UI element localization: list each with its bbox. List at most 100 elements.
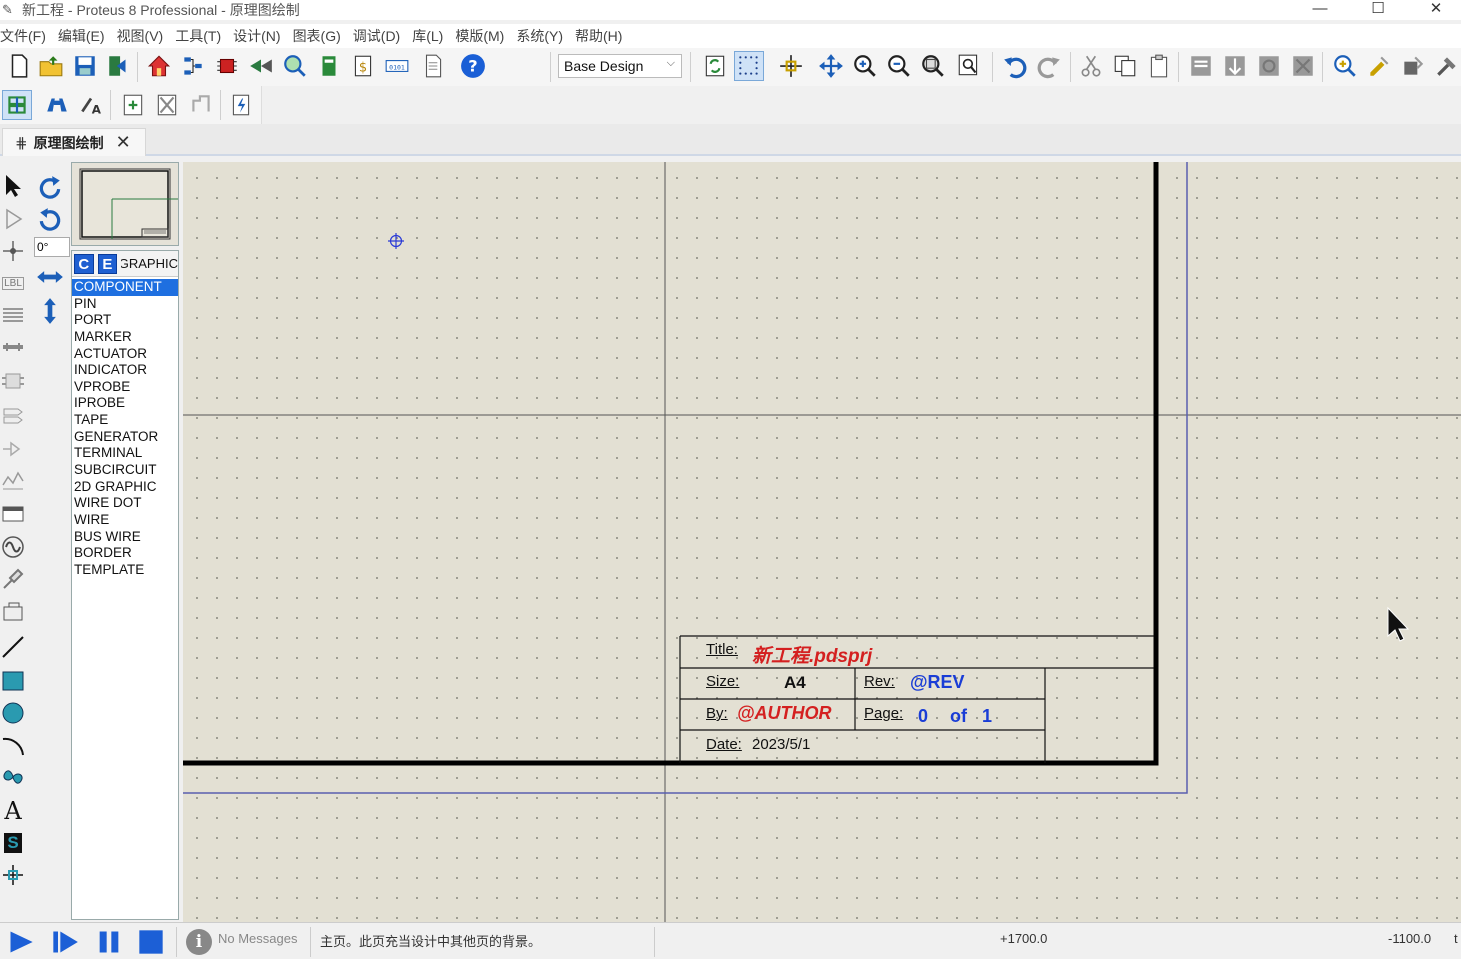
rotate-clockwise-icon[interactable]: [34, 172, 66, 202]
message-count[interactable]: No Messages: [218, 931, 297, 946]
tab-schematic-capture[interactable]: ⋕ 原理图绘制 ✕: [2, 128, 146, 156]
new-file-icon[interactable]: [4, 51, 34, 81]
minimize-button[interactable]: —: [1297, 0, 1343, 20]
terminals-mode-icon[interactable]: [0, 400, 26, 430]
stop-icon[interactable]: [136, 927, 166, 957]
bill-of-materials-icon[interactable]: $: [348, 51, 378, 81]
grid-toggle-icon[interactable]: [734, 51, 764, 81]
symbol-mode-icon[interactable]: S: [0, 828, 26, 858]
junction-dot-mode-icon[interactable]: [0, 236, 26, 266]
menu-help[interactable]: 帮助(H): [575, 26, 628, 46]
step-icon[interactable]: [50, 927, 80, 957]
pan-icon[interactable]: [816, 51, 846, 81]
menu-tools[interactable]: 工具(T): [175, 26, 227, 46]
source-code-icon[interactable]: 0101: [382, 51, 412, 81]
subcircuit-mode-icon[interactable]: [0, 366, 26, 396]
generator-mode-icon[interactable]: [0, 532, 26, 562]
list-item[interactable]: MARKER: [72, 329, 178, 346]
gerber-viewer-icon[interactable]: [280, 51, 310, 81]
zoom-all-icon[interactable]: [918, 51, 948, 81]
block-copy-icon[interactable]: [1186, 51, 1216, 81]
device-pins-mode-icon[interactable]: [0, 434, 26, 464]
list-item[interactable]: WIRE: [72, 512, 178, 529]
component-mode-icon[interactable]: [0, 204, 26, 234]
wire-label-mode-icon[interactable]: LBL: [0, 268, 26, 298]
redo-icon[interactable]: [1034, 51, 1064, 81]
remove-sheet-icon[interactable]: [152, 90, 182, 120]
menu-debug[interactable]: 调试(D): [353, 26, 406, 46]
list-item[interactable]: SUBCIRCUIT: [72, 462, 178, 479]
home-icon[interactable]: [144, 51, 174, 81]
probe-mode-icon[interactable]: [0, 564, 26, 594]
list-item[interactable]: TEMPLATE: [72, 562, 178, 579]
menu-template[interactable]: 模版(M): [455, 26, 510, 46]
list-item[interactable]: ACTUATOR: [72, 346, 178, 363]
overview-window[interactable]: [71, 162, 179, 246]
menu-system[interactable]: 系统(Y): [516, 26, 569, 46]
menu-edit[interactable]: 编辑(E): [58, 26, 111, 46]
origin-icon[interactable]: [776, 51, 806, 81]
pause-icon[interactable]: [94, 927, 124, 957]
notes-icon[interactable]: [418, 51, 448, 81]
list-item[interactable]: 2D GRAPHIC: [72, 479, 178, 496]
info-icon[interactable]: i: [186, 929, 212, 955]
block-move-icon[interactable]: [1220, 51, 1250, 81]
marker-mode-icon[interactable]: [0, 860, 26, 890]
list-item[interactable]: TAPE: [72, 412, 178, 429]
refresh-icon[interactable]: [700, 51, 730, 81]
list-item[interactable]: VPROBE: [72, 379, 178, 396]
zoom-area-icon[interactable]: [954, 51, 984, 81]
list-item[interactable]: PIN: [72, 296, 178, 313]
mirror-y-icon[interactable]: [34, 296, 66, 326]
new-sheet-icon[interactable]: [118, 90, 148, 120]
menu-graph[interactable]: 图表(G): [293, 26, 347, 46]
menu-view[interactable]: 视图(V): [117, 26, 170, 46]
text-script-mode-icon[interactable]: [0, 300, 26, 330]
rotation-angle-input[interactable]: [34, 237, 70, 257]
block-rotate-icon[interactable]: [1254, 51, 1284, 81]
import-icon[interactable]: [104, 51, 134, 81]
list-item[interactable]: IPROBE: [72, 395, 178, 412]
undo-icon[interactable]: [1000, 51, 1030, 81]
3d-viewer-icon[interactable]: [246, 51, 276, 81]
closed-path-mode-icon[interactable]: [0, 762, 26, 792]
graph-mode-icon[interactable]: [0, 466, 26, 496]
schematic-icon[interactable]: [178, 51, 208, 81]
decompose-icon[interactable]: [1432, 51, 1461, 81]
menu-design[interactable]: 设计(N): [233, 26, 286, 46]
list-item[interactable]: GENERATOR: [72, 429, 178, 446]
close-button[interactable]: ✕: [1413, 0, 1459, 20]
title-block[interactable]: Title: 新工程.pdsprj Size: A4 Rev: @REV By:…: [680, 636, 1155, 760]
package-tool-icon[interactable]: [1398, 51, 1428, 81]
instruments-mode-icon[interactable]: [0, 596, 26, 626]
menu-file[interactable]: 文件(F): [0, 26, 52, 46]
circle-mode-icon[interactable]: [0, 698, 26, 728]
line-mode-icon[interactable]: [0, 632, 26, 662]
maximize-button[interactable]: ☐: [1355, 0, 1401, 20]
list-item[interactable]: COMPONENT: [72, 279, 178, 296]
block-delete-icon[interactable]: [1288, 51, 1318, 81]
pick-device-icon[interactable]: [1330, 51, 1360, 81]
schematic-canvas[interactable]: Title: 新工程.pdsprj Size: A4 Rev: @REV By:…: [183, 162, 1461, 922]
variant-select[interactable]: Base Design ⌵: [558, 54, 682, 78]
electrical-rule-check-icon[interactable]: [226, 90, 256, 120]
menu-library[interactable]: 库(L): [412, 26, 449, 46]
list-item[interactable]: PORT: [72, 312, 178, 329]
rotate-anticlockwise-icon[interactable]: [34, 204, 66, 234]
play-icon[interactable]: [6, 927, 36, 957]
arc-mode-icon[interactable]: [0, 730, 26, 760]
exit-to-parent-icon[interactable]: [186, 90, 216, 120]
save-icon[interactable]: [70, 51, 100, 81]
copy-icon[interactable]: [1110, 51, 1140, 81]
text-mode-icon[interactable]: A: [0, 796, 26, 826]
list-item[interactable]: INDICATOR: [72, 362, 178, 379]
tab-close-icon[interactable]: ✕: [116, 132, 131, 153]
help-icon[interactable]: ?: [458, 51, 488, 81]
library-manager-button[interactable]: E: [97, 253, 118, 274]
cut-icon[interactable]: [1076, 51, 1106, 81]
design-explorer-icon[interactable]: [314, 51, 344, 81]
search-tag-icon[interactable]: [42, 90, 72, 120]
wire-autorouter-icon[interactable]: [2, 90, 32, 120]
property-assignment-icon[interactable]: A: [76, 90, 106, 120]
tape-recorder-mode-icon[interactable]: [0, 498, 26, 528]
